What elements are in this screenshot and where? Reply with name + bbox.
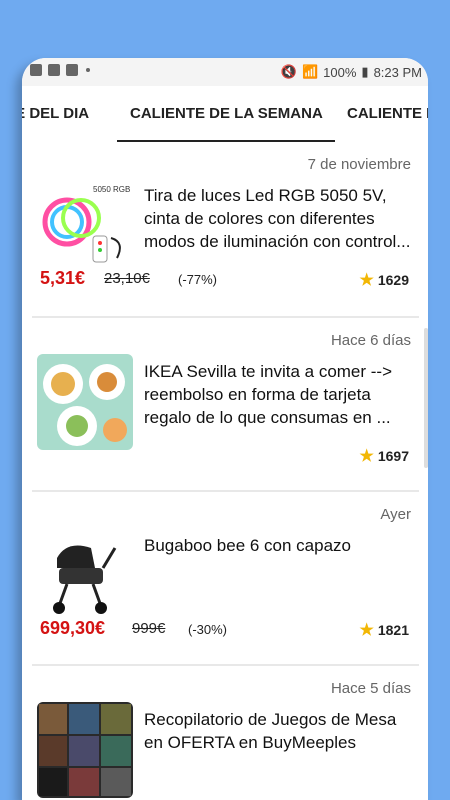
deal-date: Hace 5 días: [330, 680, 411, 697]
shopping-bag-icon: [66, 64, 78, 76]
deal-price: 5,31€: [40, 268, 86, 288]
deal-discount: (-77%): [178, 272, 218, 287]
deal-date: Hace 6 días: [330, 332, 411, 349]
deal-date: 7 de noviembre: [307, 156, 411, 173]
battery-percent: 100%: [323, 64, 357, 80]
deal-card[interactable]: Hace 6 días IKEA Sevilla te invita a com…: [32, 318, 419, 492]
tab-del-dia[interactable]: TE DEL DIA: [22, 86, 89, 142]
vote-count: 1629: [377, 272, 409, 288]
deal-card[interactable]: Ayer Bugaboo bee 6 con capazo 699,30€ 99…: [32, 492, 419, 666]
star-icon: ★: [359, 272, 374, 289]
tab-next[interactable]: CALIENTE D: [347, 86, 428, 142]
deal-thumbnail[interactable]: 5050 RGB DC5v lights: [37, 178, 133, 274]
mute-icon: 🔇: [280, 64, 297, 79]
deal-old-price: 23,10€: [104, 270, 150, 287]
deal-title[interactable]: IKEA Sevilla te invita a comer --> reemb…: [144, 360, 413, 429]
vote-count: 1697: [377, 448, 409, 464]
tab-bar: TE DEL DIA CALIENTE DE LA SEMANA CALIENT…: [22, 86, 428, 143]
deal-price: 699,30€: [40, 618, 106, 638]
deal-old-price: 999€: [132, 620, 166, 637]
deal-list[interactable]: 7 de noviembre 5050 RGB DC5v lights Tira…: [22, 142, 428, 800]
thumb-caption: 5050 RGB DC5v lights: [93, 185, 133, 194]
tab-semana[interactable]: CALIENTE DE LA SEMANA: [130, 86, 323, 142]
scroll-indicator[interactable]: [424, 328, 428, 468]
deal-votes: ★ 1629: [360, 270, 410, 290]
deal-thumbnail[interactable]: [37, 702, 133, 798]
wifi-icon: 📶: [301, 64, 319, 79]
deal-thumbnail[interactable]: [37, 528, 133, 624]
notification-dot-icon: [86, 68, 90, 72]
deal-thumbnail[interactable]: [37, 354, 133, 450]
deal-title[interactable]: Recopilatorio de Juegos de Mesa en OFERT…: [144, 708, 413, 754]
clock: 8:23 PM: [373, 64, 422, 80]
deal-date: Ayer: [380, 506, 411, 523]
star-icon: ★: [359, 622, 374, 639]
phone-screen: 🔇 📶 100% ▮ 8:23 PM TE DEL DIA CALIENTE D…: [22, 58, 428, 800]
vote-count: 1821: [377, 622, 409, 638]
deal-votes: ★ 1697: [360, 446, 410, 466]
battery-icon: ▮: [361, 64, 369, 79]
status-bar: 🔇 📶 100% ▮ 8:23 PM: [22, 58, 428, 86]
deal-title[interactable]: Tira de luces Led RGB 5050 5V, cinta de …: [144, 184, 413, 253]
image-icon: [30, 64, 42, 76]
deal-votes: ★ 1821: [360, 620, 410, 640]
deal-card[interactable]: 7 de noviembre 5050 RGB DC5v lights Tira…: [32, 142, 419, 318]
deal-title[interactable]: Bugaboo bee 6 con capazo: [144, 534, 413, 557]
star-icon: ★: [359, 448, 374, 465]
deal-discount: (-30%): [188, 622, 228, 637]
deal-card[interactable]: Hace 5 días Recopilatorio de Juegos de M…: [32, 666, 419, 800]
photos-icon: [48, 64, 60, 76]
